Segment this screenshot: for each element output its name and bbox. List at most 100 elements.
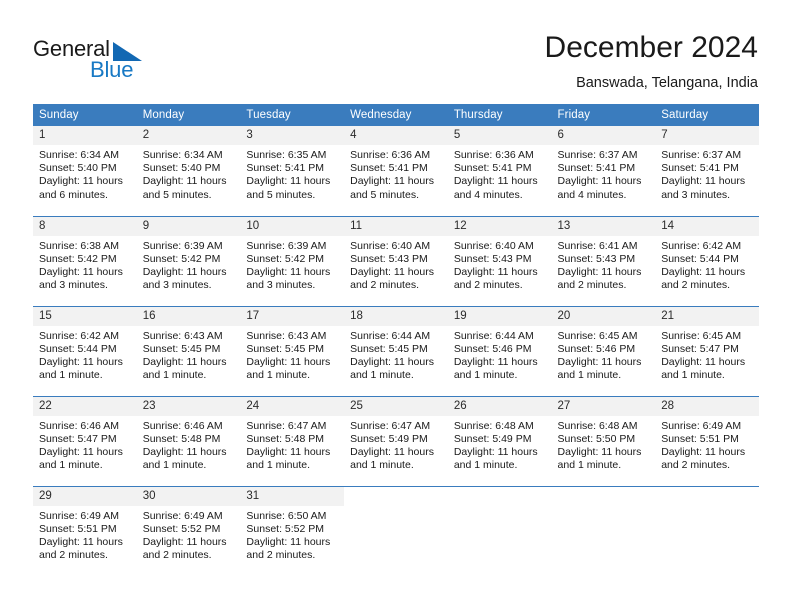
sunset-text: Sunset: 5:41 PM	[557, 162, 636, 175]
day-cell[interactable]: 8 Sunrise: 6:38 AM Sunset: 5:42 PM Daylight…	[33, 215, 137, 306]
day-number: 3	[240, 126, 345, 145]
daylight-text: Daylight: 11 hours and 4 minutes.	[453, 175, 538, 201]
day-number: 31	[240, 486, 345, 506]
day-number	[552, 487, 656, 506]
sunset-text: Sunset: 5:46 PM	[557, 342, 636, 355]
day-details: Sunrise: 6:39 AM Sunset: 5:42 PM Daylight:…	[137, 236, 241, 293]
day-cell-empty	[655, 485, 759, 576]
daylight-text: Daylight: 11 hours and 2 minutes.	[246, 535, 331, 562]
sunrise-text: Sunrise: 6:45 AM	[557, 329, 638, 342]
day-number: 26	[447, 396, 552, 416]
daylight-text: Daylight: 11 hours and 5 minutes.	[350, 175, 434, 201]
day-cell[interactable]: 13 Sunrise: 6:41 AM Sunset: 5:43 PM Dayligh…	[551, 215, 656, 306]
sunrise-text: Sunrise: 6:37 AM	[661, 149, 742, 161]
day-cell[interactable]: 1 Sunrise: 6:34 AM Sunset: 5:40 PM Daylight…	[33, 126, 137, 216]
day-cell[interactable]: 26 Sunrise: 6:48 AM Sunset: 5:49 PM Dayligh…	[447, 395, 552, 486]
weekday-header-monday: Monday	[136, 104, 241, 126]
day-cell[interactable]: 24 Sunrise: 6:47 AM Sunset: 5:48 PM Dayligh…	[240, 395, 345, 486]
sunset-text: Sunset: 5:42 PM	[246, 252, 325, 265]
day-number: 22	[33, 396, 137, 416]
day-cell-empty	[447, 485, 552, 576]
day-cell[interactable]: 12 Sunrise: 6:40 AM Sunset: 5:43 PM Dayligh…	[447, 215, 552, 306]
calendar-body: 1 Sunrise: 6:34 AM Sunset: 5:40 PM Daylight…	[33, 126, 759, 576]
day-cell[interactable]: 14 Sunrise: 6:42 AM Sunset: 5:44 PM Dayligh…	[655, 215, 759, 306]
day-cell[interactable]: 16 Sunrise: 6:43 AM Sunset: 5:45 PM Dayligh…	[136, 305, 241, 396]
sunrise-text: Sunrise: 6:43 AM	[246, 329, 327, 342]
sunrise-text: Sunrise: 6:46 AM	[39, 419, 119, 432]
day-cell[interactable]: 6 Sunrise: 6:37 AM Sunset: 5:41 PM Daylight…	[551, 126, 656, 216]
day-cell[interactable]: 18 Sunrise: 6:44 AM Sunset: 5:45 PM Dayligh…	[344, 305, 448, 396]
day-details: Sunrise: 6:38 AM Sunset: 5:42 PM Daylight:…	[33, 236, 137, 293]
daylight-text: Daylight: 11 hours and 2 minutes.	[39, 535, 123, 562]
daylight-text: Daylight: 11 hours and 1 minute.	[246, 355, 331, 382]
day-cell[interactable]: 28 Sunrise: 6:49 AM Sunset: 5:51 PM Dayligh…	[655, 395, 759, 486]
sunrise-text: Sunrise: 6:48 AM	[557, 419, 638, 432]
sunset-text: Sunset: 5:50 PM	[557, 432, 636, 445]
weekday-header-friday: Friday	[551, 104, 656, 126]
day-details: Sunrise: 6:47 AM Sunset: 5:48 PM Daylight:…	[240, 416, 344, 473]
weekday-header-row: Sunday Monday Tuesday Wednesday Thursday…	[33, 104, 759, 126]
sunset-text: Sunset: 5:41 PM	[661, 162, 739, 175]
day-number: 24	[240, 396, 345, 416]
day-details: Sunrise: 6:45 AM Sunset: 5:46 PM Daylight:…	[552, 326, 656, 383]
day-cell[interactable]: 30 Sunrise: 6:49 AM Sunset: 5:52 PM Dayligh…	[136, 485, 241, 576]
day-cell[interactable]: 25 Sunrise: 6:47 AM Sunset: 5:49 PM Dayligh…	[344, 395, 448, 486]
sunset-text: Sunset: 5:48 PM	[246, 432, 325, 445]
sunset-text: Sunset: 5:49 PM	[350, 432, 428, 445]
sunset-text: Sunset: 5:44 PM	[39, 342, 117, 355]
day-cell[interactable]: 19 Sunrise: 6:44 AM Sunset: 5:46 PM Dayligh…	[447, 305, 552, 396]
sunrise-text: Sunrise: 6:41 AM	[557, 239, 638, 252]
day-cell[interactable]: 29 Sunrise: 6:49 AM Sunset: 5:51 PM Dayligh…	[33, 485, 137, 576]
general-blue-logo[interactable]: General Blue	[33, 36, 233, 88]
day-details: Sunrise: 6:45 AM Sunset: 5:47 PM Daylight:…	[655, 326, 759, 383]
daylight-text: Daylight: 11 hours and 2 minutes.	[453, 265, 538, 292]
day-cell[interactable]: 27 Sunrise: 6:48 AM Sunset: 5:50 PM Dayligh…	[551, 395, 656, 486]
day-details: Sunrise: 6:37 AM Sunset: 5:41 PM Daylight:…	[655, 145, 759, 202]
sunset-text: Sunset: 5:41 PM	[350, 162, 428, 175]
day-cell[interactable]: 4 Sunrise: 6:36 AM Sunset: 5:41 PM Daylight…	[344, 126, 448, 216]
day-number: 8	[33, 216, 137, 236]
daylight-text: Daylight: 11 hours and 5 minutes.	[142, 175, 227, 201]
day-cell[interactable]: 31 Sunrise: 6:50 AM Sunset: 5:52 PM Dayligh…	[240, 485, 345, 576]
day-cell[interactable]: 9 Sunrise: 6:39 AM Sunset: 5:42 PM Daylight…	[136, 215, 241, 306]
day-cell[interactable]: 10 Sunrise: 6:39 AM Sunset: 5:42 PM Dayligh…	[240, 215, 345, 306]
sunrise-text: Sunrise: 6:48 AM	[453, 419, 534, 432]
day-details: Sunrise: 6:48 AM Sunset: 5:49 PM Daylight:…	[448, 416, 552, 473]
sunrise-text: Sunrise: 6:50 AM	[246, 509, 327, 522]
page-header: General Blue December 2024 Banswada, Tel…	[0, 0, 792, 100]
daylight-text: Daylight: 11 hours and 2 minutes.	[661, 265, 746, 292]
day-number: 20	[551, 306, 656, 326]
weekday-header-wednesday: Wednesday	[344, 104, 448, 126]
daylight-text: Daylight: 11 hours and 1 minute.	[661, 355, 746, 382]
day-number: 7	[655, 126, 759, 145]
day-cell-empty	[344, 485, 448, 576]
sunrise-text: Sunrise: 6:45 AM	[661, 329, 742, 342]
day-cell[interactable]: 7 Sunrise: 6:37 AM Sunset: 5:41 PM Daylight…	[655, 126, 759, 216]
sunset-text: Sunset: 5:40 PM	[39, 162, 117, 175]
day-cell[interactable]: 17 Sunrise: 6:43 AM Sunset: 5:45 PM Dayligh…	[240, 305, 345, 396]
day-cell[interactable]: 22 Sunrise: 6:46 AM Sunset: 5:47 PM Dayligh…	[33, 395, 137, 486]
day-cell[interactable]: 15 Sunrise: 6:42 AM Sunset: 5:44 PM Dayligh…	[33, 305, 137, 396]
sunrise-text: Sunrise: 6:42 AM	[39, 329, 119, 342]
day-details: Sunrise: 6:43 AM Sunset: 5:45 PM Daylight:…	[137, 326, 241, 383]
daylight-text: Daylight: 11 hours and 2 minutes.	[661, 445, 746, 472]
day-cell[interactable]: 2 Sunrise: 6:34 AM Sunset: 5:40 PM Daylight…	[136, 126, 241, 216]
sunset-text: Sunset: 5:45 PM	[246, 342, 325, 355]
day-cell[interactable]: 23 Sunrise: 6:46 AM Sunset: 5:48 PM Dayligh…	[136, 395, 241, 486]
daylight-text: Daylight: 11 hours and 3 minutes.	[246, 265, 331, 292]
day-details: Sunrise: 6:36 AM Sunset: 5:41 PM Daylight:…	[448, 145, 552, 202]
weekday-header-tuesday: Tuesday	[240, 104, 345, 126]
logo-text-blue: Blue	[90, 57, 134, 82]
day-details: Sunrise: 6:40 AM Sunset: 5:43 PM Daylight:…	[448, 236, 552, 293]
sunrise-text: Sunrise: 6:49 AM	[39, 509, 119, 522]
day-number: 10	[240, 216, 345, 236]
day-cell[interactable]: 5 Sunrise: 6:36 AM Sunset: 5:41 PM Daylight…	[447, 126, 552, 216]
daylight-text: Daylight: 11 hours and 1 minute.	[453, 445, 538, 472]
day-cell[interactable]: 21 Sunrise: 6:45 AM Sunset: 5:47 PM Dayligh…	[655, 305, 759, 396]
day-number: 17	[240, 306, 345, 326]
daylight-text: Daylight: 11 hours and 2 minutes.	[350, 265, 434, 292]
day-cell[interactable]: 20 Sunrise: 6:45 AM Sunset: 5:46 PM Dayligh…	[551, 305, 656, 396]
day-cell[interactable]: 3 Sunrise: 6:35 AM Sunset: 5:41 PM Daylight…	[240, 126, 345, 216]
day-cell[interactable]: 11 Sunrise: 6:40 AM Sunset: 5:43 PM Dayligh…	[344, 215, 448, 306]
sunset-text: Sunset: 5:47 PM	[661, 342, 739, 355]
